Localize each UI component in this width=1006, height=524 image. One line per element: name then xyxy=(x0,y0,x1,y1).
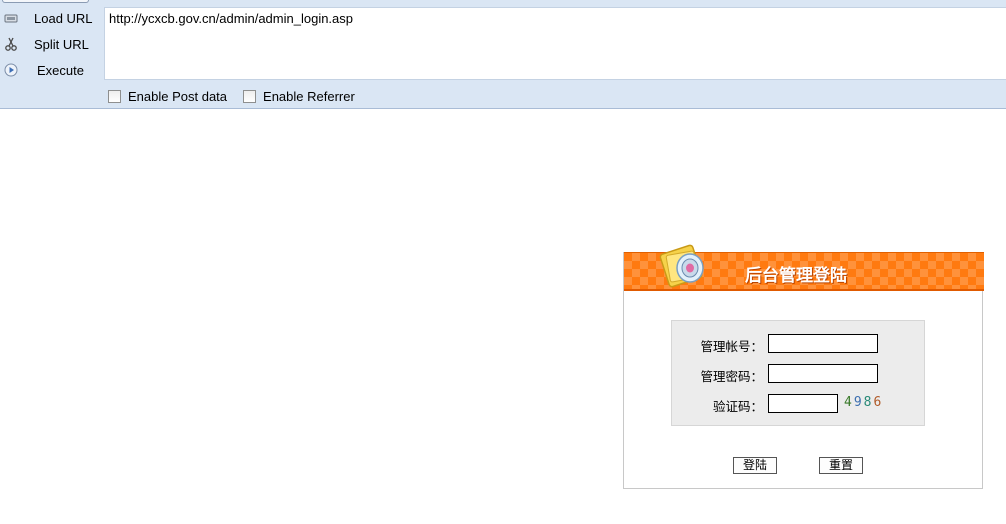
enable-post-checkbox[interactable]: Enable Post data xyxy=(108,89,227,104)
login-panel: 后台管理登陆 管理帐号： 管理密码： 验证码： 4986 登陆 重置 xyxy=(623,244,984,489)
captcha-input[interactable] xyxy=(768,394,838,413)
captcha-digit: 4 xyxy=(844,395,854,410)
split-url-button[interactable]: Split URL xyxy=(0,33,100,55)
enable-post-checkbox-box[interactable] xyxy=(108,89,121,103)
execute-button[interactable]: Execute xyxy=(0,59,100,81)
password-label: 管理密码： xyxy=(700,369,763,384)
login-form: 管理帐号： 管理密码： 验证码： 4986 xyxy=(671,320,925,426)
reset-button[interactable]: 重置 xyxy=(819,457,863,474)
captcha-image[interactable]: 4986 xyxy=(844,395,883,410)
hackbar-options: Enable Post data Enable Referrer xyxy=(108,86,371,106)
captcha-label: 验证码： xyxy=(712,399,763,414)
load-url-button[interactable]: Load URL xyxy=(0,7,100,29)
split-url-icon xyxy=(5,37,17,51)
enable-referrer-checkbox-box[interactable] xyxy=(243,89,257,103)
captcha-digit: 9 xyxy=(853,395,864,410)
login-title: 后台管理登陆 xyxy=(745,266,847,286)
username-input[interactable] xyxy=(768,334,878,353)
captcha-digit: 8 xyxy=(863,395,874,410)
hackbar-toolbar: Load URL Split URL Execute http://ycxcb.… xyxy=(0,0,1006,109)
captcha-digit: 6 xyxy=(873,395,884,410)
speaker-logo-icon xyxy=(659,244,704,288)
load-url-label: Load URL xyxy=(34,11,93,26)
password-row: 管理密码： xyxy=(672,364,926,384)
enable-referrer-checkbox[interactable]: Enable Referrer xyxy=(243,89,355,104)
execute-icon xyxy=(4,63,18,77)
enable-referrer-label: Enable Referrer xyxy=(263,88,355,104)
hackbar-top-button[interactable] xyxy=(2,0,89,3)
execute-label: Execute xyxy=(37,63,84,78)
url-textarea[interactable]: http://ycxcb.gov.cn/admin/admin_login.as… xyxy=(104,7,1006,80)
enable-post-label: Enable Post data xyxy=(128,88,228,104)
load-url-icon xyxy=(4,14,18,23)
captcha-row: 验证码： 4986 xyxy=(672,394,926,414)
username-row: 管理帐号： xyxy=(672,334,926,354)
login-button[interactable]: 登陆 xyxy=(733,457,777,474)
split-url-label: Split URL xyxy=(34,37,89,52)
password-input[interactable] xyxy=(768,364,878,383)
username-label: 管理帐号： xyxy=(700,339,763,354)
login-header: 后台管理登陆 xyxy=(624,244,984,291)
